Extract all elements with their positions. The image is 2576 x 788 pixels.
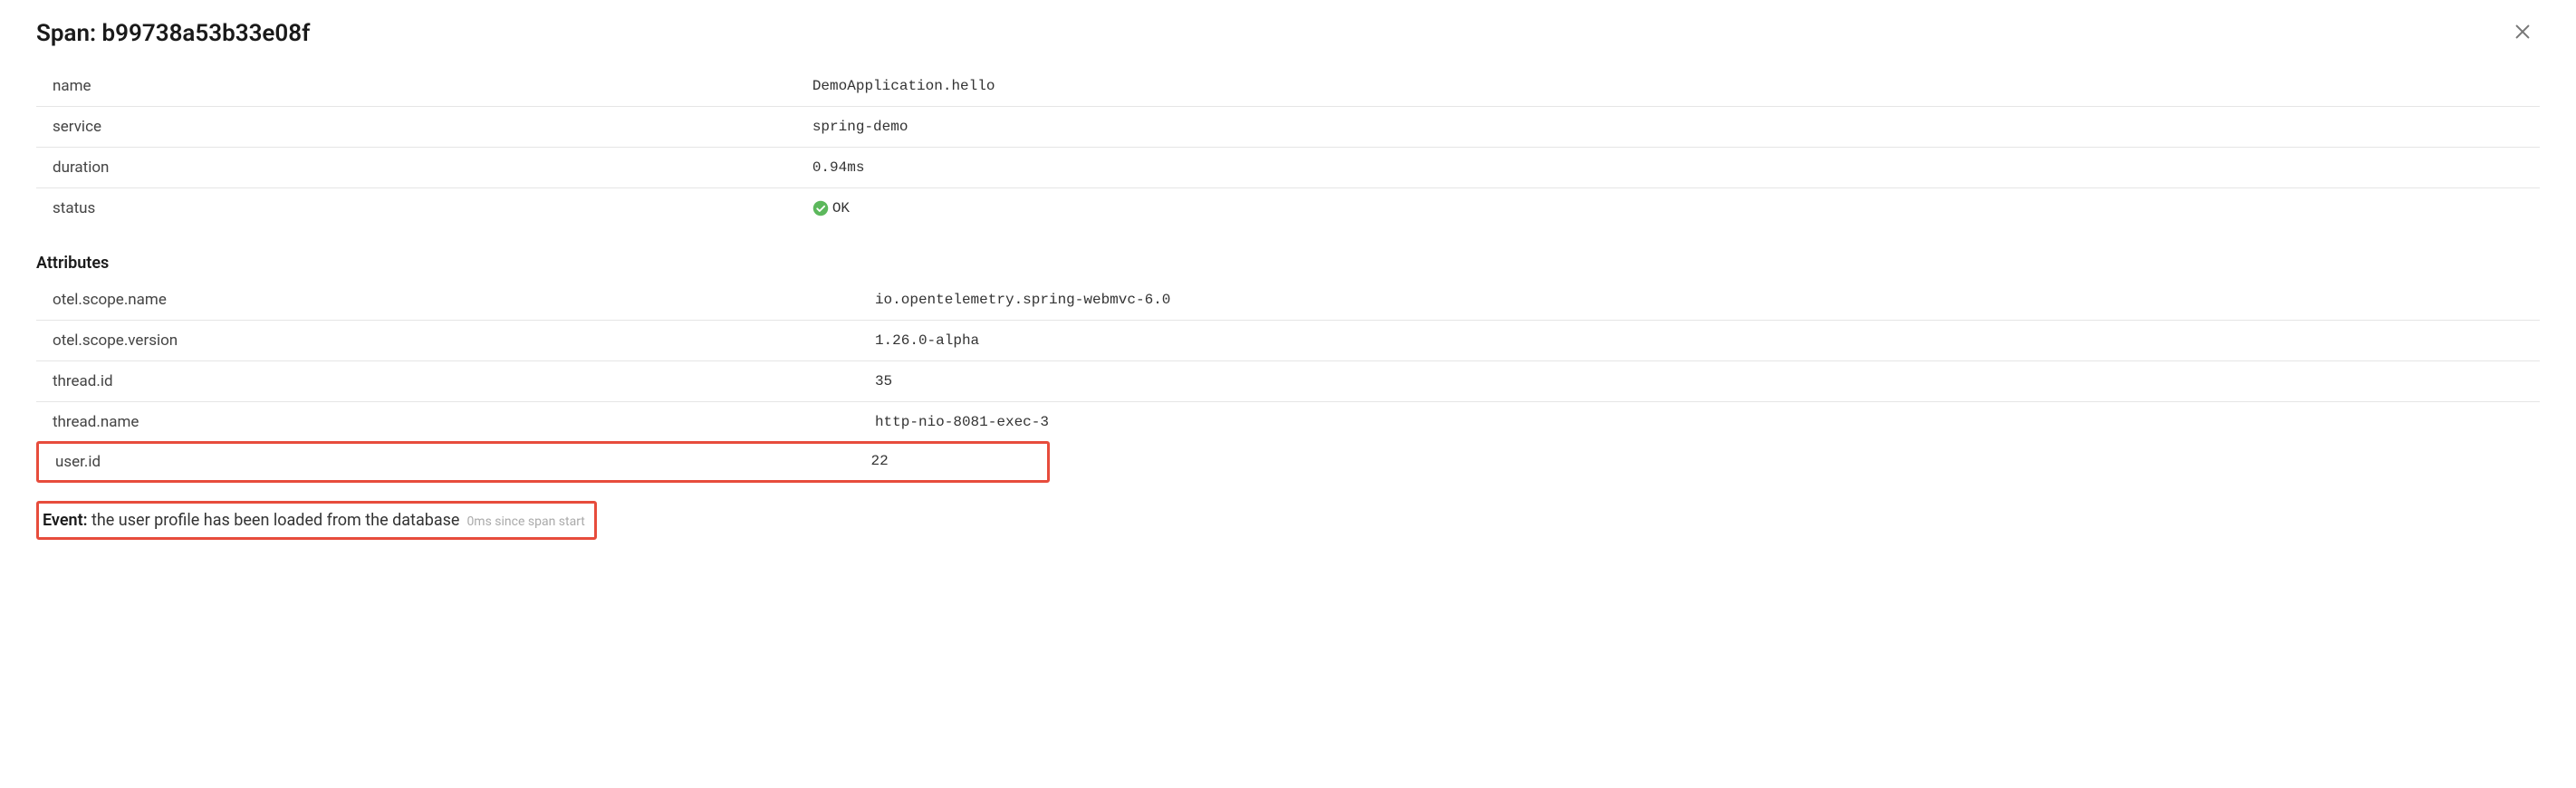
attr-row-thread-id: thread.id 35 [36,361,2540,402]
event-time: 0ms since span start [466,514,584,529]
attr-key: thread.name [36,402,875,443]
attributes-heading: Attributes [36,254,2540,273]
detail-value: OK [812,188,2540,229]
detail-value: DemoApplication.hello [812,66,2540,107]
detail-row-status: status OK [36,188,2540,229]
detail-key: duration [36,148,812,188]
span-title: Span: b99738a53b33e08f [36,20,310,47]
span-header: Span: b99738a53b33e08f [36,18,2540,48]
span-details-table: name DemoApplication.hello service sprin… [36,66,2540,228]
attr-value: io.opentelemetry.spring-webmvc-6.0 [875,280,2540,321]
title-prefix: Span: [36,20,102,47]
detail-value: spring-demo [812,107,2540,148]
attributes-table: otel.scope.name io.opentelemetry.spring-… [36,280,2540,442]
attr-row-scope-version: otel.scope.version 1.26.0-alpha [36,321,2540,361]
attr-value: http-nio-8081-exec-3 [875,402,2540,443]
attr-key: user.id [39,453,871,471]
attr-row-scope-name: otel.scope.name io.opentelemetry.spring-… [36,280,2540,321]
status-text: OK [832,200,850,216]
detail-value: 0.94ms [812,148,2540,188]
attr-row-thread-name: thread.name http-nio-8081-exec-3 [36,402,2540,443]
attr-key: thread.id [36,361,875,402]
close-icon[interactable] [2505,18,2540,48]
detail-row-duration: duration 0.94ms [36,148,2540,188]
attr-key: otel.scope.name [36,280,875,321]
attr-key: otel.scope.version [36,321,875,361]
attr-value: 22 [871,453,1048,471]
detail-row-service: service spring-demo [36,107,2540,148]
detail-row-name: name DemoApplication.hello [36,66,2540,107]
highlighted-attr-user-id: user.id 22 [36,441,1050,483]
check-circle-icon [812,200,829,216]
detail-key: service [36,107,812,148]
attr-value: 35 [875,361,2540,402]
span-id: b99738a53b33e08f [102,20,311,47]
detail-key: status [36,188,812,229]
event-text: the user profile has been loaded from th… [88,511,460,530]
detail-key: name [36,66,812,107]
attr-value: 1.26.0-alpha [875,321,2540,361]
event-label: Event: [43,511,88,530]
highlighted-event: Event: the user profile has been loaded … [36,501,597,540]
